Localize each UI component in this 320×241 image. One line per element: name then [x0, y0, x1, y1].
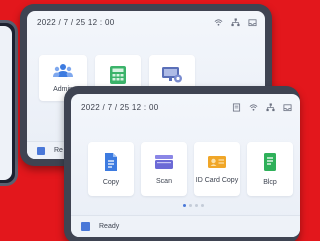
- page-dot[interactable]: [201, 204, 204, 207]
- wifi-icon: [249, 103, 258, 111]
- back-status-bar: 2022 / 7 / 25 12 : 00: [27, 11, 265, 33]
- tile-copy-label: Copy: [102, 179, 120, 186]
- tile-blcp-label: Blcp: [263, 179, 277, 186]
- green-document-icon: [264, 153, 276, 171]
- monitor-settings-icon: [162, 66, 182, 82]
- back-status-text: Re: [54, 147, 63, 154]
- scan-icon: [155, 155, 173, 169]
- home-icon[interactable]: [37, 146, 45, 155]
- network-icon: [231, 17, 240, 26]
- front-device: 2022 / 7 / 25 12 : 00 Copy Scan ID Card …: [64, 86, 300, 241]
- page-dot[interactable]: [189, 204, 192, 207]
- front-status-text: Ready: [99, 223, 120, 230]
- copy-document-icon: [105, 153, 117, 171]
- tile-id-card-copy[interactable]: ID Card Copy: [194, 142, 240, 196]
- page-indicator: [183, 204, 204, 207]
- tile-copy[interactable]: Copy: [88, 142, 134, 196]
- tile-scan[interactable]: Scan: [141, 142, 187, 196]
- tile-scan-label: Scan: [156, 178, 172, 185]
- tray-icon: [248, 18, 257, 26]
- document-status-icon: [232, 102, 241, 112]
- page-dot[interactable]: [195, 204, 198, 207]
- front-clock: 2022 / 7 / 25 12 : 00: [81, 102, 159, 112]
- partial-device-screen: [0, 26, 12, 180]
- tile-id-card-copy-label: ID Card Copy: [195, 177, 239, 184]
- network-icon: [266, 102, 275, 111]
- partial-device-left: [0, 20, 18, 186]
- admin-users-icon: [53, 64, 73, 77]
- wifi-icon: [214, 18, 223, 26]
- back-clock: 2022 / 7 / 25 12 : 00: [37, 17, 115, 27]
- front-device-screen: 2022 / 7 / 25 12 : 00 Copy Scan ID Card …: [71, 94, 300, 237]
- page-dot[interactable]: [183, 204, 186, 207]
- id-card-icon: [208, 156, 226, 168]
- calculator-icon: [110, 65, 126, 84]
- front-status-bar: 2022 / 7 / 25 12 : 00: [71, 94, 300, 120]
- tile-blcp[interactable]: Blcp: [247, 142, 293, 196]
- front-footer: Ready: [71, 215, 300, 237]
- tray-icon: [283, 103, 292, 111]
- home-icon[interactable]: [81, 222, 90, 231]
